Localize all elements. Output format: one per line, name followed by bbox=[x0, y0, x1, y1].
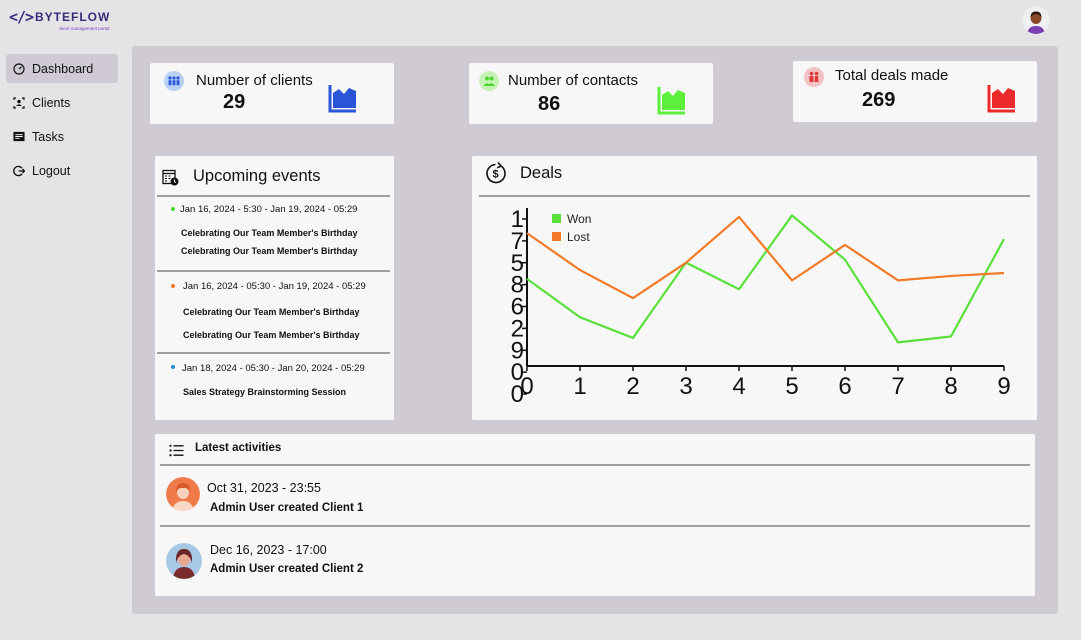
x-tick-label: 9 bbox=[997, 373, 1010, 400]
event-date: Jan 16, 2024 - 5:30 - Jan 19, 2024 - 05:… bbox=[180, 204, 358, 215]
x-tick-label: 4 bbox=[732, 373, 745, 400]
user-avatar-icon bbox=[1022, 6, 1050, 34]
panel-title: Latest activities bbox=[195, 442, 282, 454]
event-title: Sales Strategy Brainstorming Session bbox=[183, 387, 347, 397]
y-tick-label: 0 bbox=[511, 381, 524, 408]
sidebar-item-tasks[interactable]: Tasks bbox=[6, 122, 118, 151]
stat-label: Number of clients bbox=[196, 72, 313, 89]
x-tick-label: 2 bbox=[626, 373, 639, 400]
logout-icon bbox=[13, 165, 25, 177]
upcoming-events-panel: Upcoming events Jan 16, 2024 - 5:30 - Ja… bbox=[155, 156, 394, 420]
event-title: Celebrating Our Team Member's Birthday bbox=[181, 246, 358, 256]
deals-people-icon bbox=[804, 67, 824, 87]
divider bbox=[160, 525, 1030, 527]
activity-text: Admin User created Client 2 bbox=[210, 563, 364, 575]
area-chart-icon bbox=[657, 87, 685, 115]
legend-swatch bbox=[552, 232, 561, 241]
event-date: Jan 18, 2024 - 05:30 - Jan 20, 2024 - 05… bbox=[182, 363, 365, 374]
x-tick-label: 8 bbox=[944, 373, 957, 400]
divider bbox=[157, 352, 390, 354]
divider bbox=[157, 270, 390, 272]
event-item[interactable]: Jan 18, 2024 - 05:30 - Jan 20, 2024 - 05… bbox=[155, 358, 394, 408]
tasks-icon bbox=[13, 131, 25, 143]
panel-title: Deals bbox=[520, 164, 563, 182]
latest-activities-panel: Latest activities Oct 31, 2023 - 23:55 A… bbox=[155, 434, 1035, 596]
legend-label: Lost bbox=[567, 230, 590, 244]
event-item[interactable]: Jan 16, 2024 - 5:30 - Jan 19, 2024 - 05:… bbox=[155, 200, 394, 270]
activity-item[interactable]: Oct 31, 2023 - 23:55 Admin User created … bbox=[155, 468, 1035, 524]
brand-name: BYTEFLOW bbox=[35, 10, 111, 24]
brand-logo[interactable]: </> BYTEFLOW client management portal bbox=[9, 8, 119, 38]
area-chart-icon bbox=[987, 85, 1015, 113]
x-tick-label: 3 bbox=[679, 373, 692, 400]
divider bbox=[157, 195, 390, 197]
event-title: Celebrating Our Team Member's Birthday bbox=[181, 228, 358, 238]
x-tick-label: 6 bbox=[838, 373, 851, 400]
stat-value: 269 bbox=[862, 89, 896, 111]
calendar-clock-icon bbox=[162, 169, 179, 186]
series-line-lost bbox=[526, 215, 1005, 300]
clients-icon bbox=[13, 96, 25, 109]
legend-label: Won bbox=[567, 212, 591, 226]
people-icon bbox=[164, 71, 184, 91]
sidebar-item-label: Logout bbox=[32, 163, 71, 178]
stat-value: 29 bbox=[223, 91, 246, 113]
x-tick-label: 5 bbox=[785, 373, 798, 400]
stat-label: Number of contacts bbox=[508, 72, 639, 89]
sidebar-item-logout[interactable]: Logout bbox=[6, 156, 118, 185]
event-item[interactable]: Jan 16, 2024 - 05:30 - Jan 19, 2024 - 05… bbox=[155, 276, 394, 352]
stat-card-clients: Number of clients 29 bbox=[150, 63, 394, 124]
stat-value: 86 bbox=[538, 93, 561, 115]
stat-label: Total deals made bbox=[835, 67, 949, 84]
panel-title: Upcoming events bbox=[193, 167, 321, 185]
sidebar-item-clients[interactable]: Clients bbox=[6, 88, 118, 117]
activity-date: Oct 31, 2023 - 23:55 bbox=[207, 481, 321, 495]
brand-tagline: client management portal bbox=[59, 26, 110, 31]
sidebar-nav: Dashboard Clients Tasks Logout bbox=[6, 54, 118, 190]
dashboard-icon bbox=[13, 62, 25, 75]
event-title: Celebrating Our Team Member's Birthday bbox=[183, 307, 360, 317]
legend-swatch bbox=[552, 214, 561, 223]
sidebar-item-dashboard[interactable]: Dashboard bbox=[6, 54, 118, 83]
event-status-dot bbox=[171, 207, 175, 211]
stat-card-contacts: Number of contacts 86 bbox=[469, 63, 713, 124]
list-icon bbox=[169, 444, 184, 457]
event-status-dot bbox=[171, 365, 175, 369]
code-bracket-icon: </> bbox=[9, 8, 34, 26]
sidebar-item-label: Tasks bbox=[32, 129, 64, 144]
dollar-refresh-icon: $ bbox=[486, 162, 506, 184]
x-tick-label: 1 bbox=[573, 373, 586, 400]
x-tick-label: 7 bbox=[891, 373, 904, 400]
event-title: Celebrating Our Team Member's Birthday bbox=[183, 330, 360, 340]
activity-item[interactable]: Dec 16, 2023 - 17:00 Admin User created … bbox=[155, 530, 1035, 590]
avatar-orange-icon bbox=[166, 477, 200, 511]
area-chart-icon bbox=[328, 85, 356, 113]
event-status-dot bbox=[171, 284, 175, 288]
user-avatar[interactable] bbox=[1022, 6, 1050, 34]
deals-panel: $ Deals 0 1 2 3 4 5 6 7 8 9 1 7 5 8 6 2 9 0 0 Won Lost bbox=[472, 156, 1037, 420]
avatar-maroon-icon bbox=[166, 543, 202, 579]
activity-text: Admin User created Client 1 bbox=[210, 502, 364, 514]
svg-text:$: $ bbox=[492, 169, 498, 181]
sidebar-item-label: Dashboard bbox=[32, 61, 94, 76]
divider bbox=[160, 464, 1030, 466]
event-date: Jan 16, 2024 - 05:30 - Jan 19, 2024 - 05… bbox=[183, 281, 366, 292]
stat-card-deals: Total deals made 269 bbox=[793, 61, 1037, 122]
contacts-icon bbox=[479, 71, 499, 91]
deals-line-chart: 0 1 2 3 4 5 6 7 8 9175862900WonLost bbox=[511, 206, 1011, 408]
sidebar-item-label: Clients bbox=[32, 95, 71, 110]
activity-date: Dec 16, 2023 - 17:00 bbox=[210, 543, 327, 557]
